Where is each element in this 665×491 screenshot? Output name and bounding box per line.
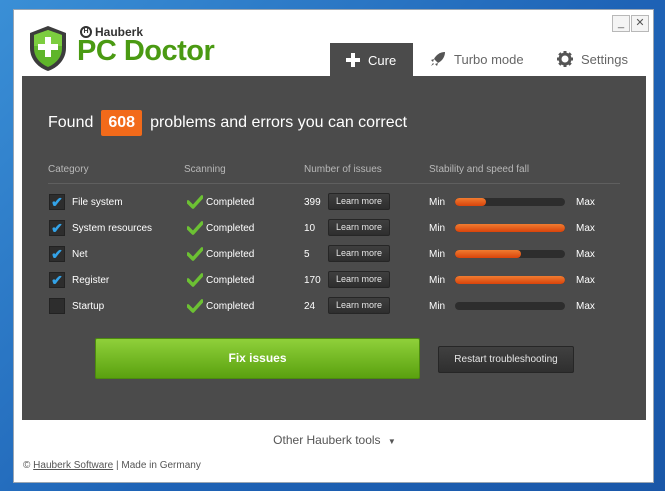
summary-suffix: problems and errors you can correct <box>150 114 408 131</box>
learn-more-button[interactable]: Learn more <box>328 297 390 314</box>
summary-prefix: Found <box>48 114 94 131</box>
row-checkbox[interactable] <box>49 298 65 314</box>
row-checkbox[interactable]: ✔ <box>49 194 65 210</box>
table-row: ✔ Net Completed 5 Learn more Min Max <box>22 243 646 267</box>
green-check-icon <box>187 221 203 235</box>
stability-bar-fill <box>455 250 521 258</box>
tab-cure-label: Cure <box>368 52 397 68</box>
app-title: PC Doctor <box>77 35 215 67</box>
stability-bar-fill <box>455 276 565 284</box>
tab-settings[interactable]: Settings <box>557 42 628 76</box>
row-status: Completed <box>206 275 255 286</box>
app-window: H Hauberk PC Doctor _ ✕ Cure Turbo mode <box>13 9 654 483</box>
green-check-icon <box>187 247 203 261</box>
close-button[interactable]: ✕ <box>631 15 649 32</box>
other-tools-label: Other Hauberk tools <box>273 433 381 447</box>
row-checkbox[interactable]: ✔ <box>49 220 65 236</box>
row-status: Completed <box>206 249 255 260</box>
row-checkbox[interactable]: ✔ <box>49 246 65 262</box>
row-status: Completed <box>206 197 255 208</box>
tab-settings-label: Settings <box>581 51 628 67</box>
problem-count-badge: 608 <box>101 110 143 136</box>
header-issues: Number of issues <box>304 164 382 175</box>
stability-bar <box>455 250 565 258</box>
row-checkbox[interactable]: ✔ <box>49 272 65 288</box>
row-max-label: Max <box>576 249 595 260</box>
rocket-icon <box>431 52 445 66</box>
cure-panel: Found 608 problems and errors you can co… <box>22 76 646 420</box>
stability-bar <box>455 302 565 310</box>
shield-plus-icon <box>30 26 66 71</box>
header-category: Category <box>48 164 89 175</box>
gear-icon <box>557 51 573 67</box>
row-issue-count: 399 <box>304 197 321 208</box>
stability-bar <box>455 276 565 284</box>
plus-icon <box>346 53 360 67</box>
row-max-label: Max <box>576 197 595 208</box>
table-row: ✔ System resources Completed 10 Learn mo… <box>22 217 646 241</box>
table-row: ✔ Register Completed 170 Learn more Min … <box>22 269 646 293</box>
row-min-label: Min <box>429 301 446 312</box>
table-row: ✔ File system Completed 399 Learn more M… <box>22 191 646 215</box>
caret-down-icon: ▼ <box>387 437 396 446</box>
learn-more-button[interactable]: Learn more <box>328 219 390 236</box>
green-check-icon <box>187 299 203 313</box>
summary-line: Found 608 problems and errors you can co… <box>48 110 407 136</box>
row-max-label: Max <box>576 301 595 312</box>
row-max-label: Max <box>576 223 595 234</box>
row-category: Startup <box>72 301 105 312</box>
row-status: Completed <box>206 301 255 312</box>
other-tools-dropdown[interactable]: Other Hauberk tools ▼ <box>14 433 655 447</box>
row-category: Net <box>72 249 88 260</box>
fix-issues-button[interactable]: Fix issues <box>95 338 420 379</box>
footer-made-in: | Made in Germany <box>115 460 201 471</box>
green-check-icon <box>187 273 203 287</box>
hauberk-software-link[interactable]: Hauberk Software <box>33 460 113 471</box>
tab-cure[interactable]: Cure <box>330 43 413 77</box>
row-min-label: Min <box>429 275 446 286</box>
copyright-symbol: © <box>23 460 31 471</box>
row-issue-count: 170 <box>304 275 321 286</box>
restart-troubleshooting-button[interactable]: Restart troubleshooting <box>438 346 574 373</box>
header-scanning: Scanning <box>184 164 226 175</box>
row-issue-count: 5 <box>304 249 310 260</box>
row-min-label: Min <box>429 223 446 234</box>
stability-bar-fill <box>455 224 565 232</box>
row-min-label: Min <box>429 197 446 208</box>
minimize-button[interactable]: _ <box>612 15 630 32</box>
row-issue-count: 10 <box>304 223 316 234</box>
row-issue-count: 24 <box>304 301 316 312</box>
green-check-icon <box>187 195 203 209</box>
footer: © Hauberk Software | Made in Germany <box>23 460 201 471</box>
tab-turbo-mode[interactable]: Turbo mode <box>430 42 524 76</box>
row-category: File system <box>72 197 123 208</box>
row-category: Register <box>72 275 110 286</box>
learn-more-button[interactable]: Learn more <box>328 245 390 262</box>
row-max-label: Max <box>576 275 595 286</box>
learn-more-button[interactable]: Learn more <box>328 271 390 288</box>
stability-bar <box>455 224 565 232</box>
table-row: Startup Completed 24 Learn more Min Max <box>22 295 646 319</box>
row-status: Completed <box>206 223 255 234</box>
learn-more-button[interactable]: Learn more <box>328 193 390 210</box>
row-min-label: Min <box>429 249 446 260</box>
header-divider <box>48 183 620 184</box>
stability-bar-fill <box>455 198 486 206</box>
tab-turbo-mode-label: Turbo mode <box>454 51 524 67</box>
stability-bar <box>455 198 565 206</box>
row-category: System resources <box>72 223 153 234</box>
header-stability: Stability and speed fall <box>429 164 530 175</box>
